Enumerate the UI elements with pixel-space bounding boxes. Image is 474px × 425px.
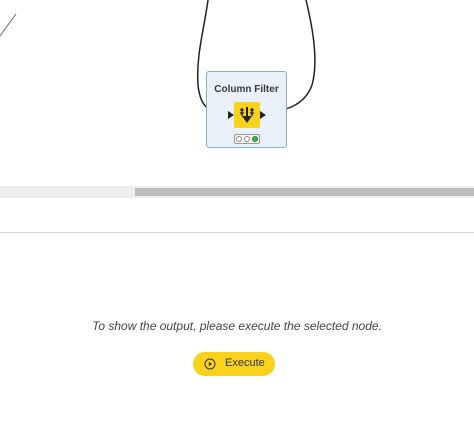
workflow-canvas[interactable]: Column Filter (0, 0, 474, 186)
execute-button-label: Execute (225, 357, 265, 369)
node-status-traffic-light (234, 134, 260, 144)
execute-button[interactable]: Execute (193, 352, 275, 376)
workflow-view: Column Filter To show the output, please… (0, 0, 474, 425)
node-title: Column Filter (214, 84, 279, 95)
panel-divider[interactable] (0, 232, 474, 233)
status-light-green (252, 136, 258, 142)
column-filter-icon[interactable] (234, 102, 260, 128)
column-filter-node[interactable]: Column Filter (206, 71, 287, 148)
output-port[interactable] (260, 111, 266, 119)
connection-left-edge (0, 13, 17, 37)
horizontal-scrollbar[interactable] (0, 186, 474, 198)
play-circle-icon (204, 358, 216, 370)
status-light-red (236, 136, 242, 142)
scrollbar-thumb[interactable] (135, 188, 474, 196)
output-placeholder-message: To show the output, please execute the s… (92, 319, 382, 333)
status-light-yellow (244, 136, 250, 142)
